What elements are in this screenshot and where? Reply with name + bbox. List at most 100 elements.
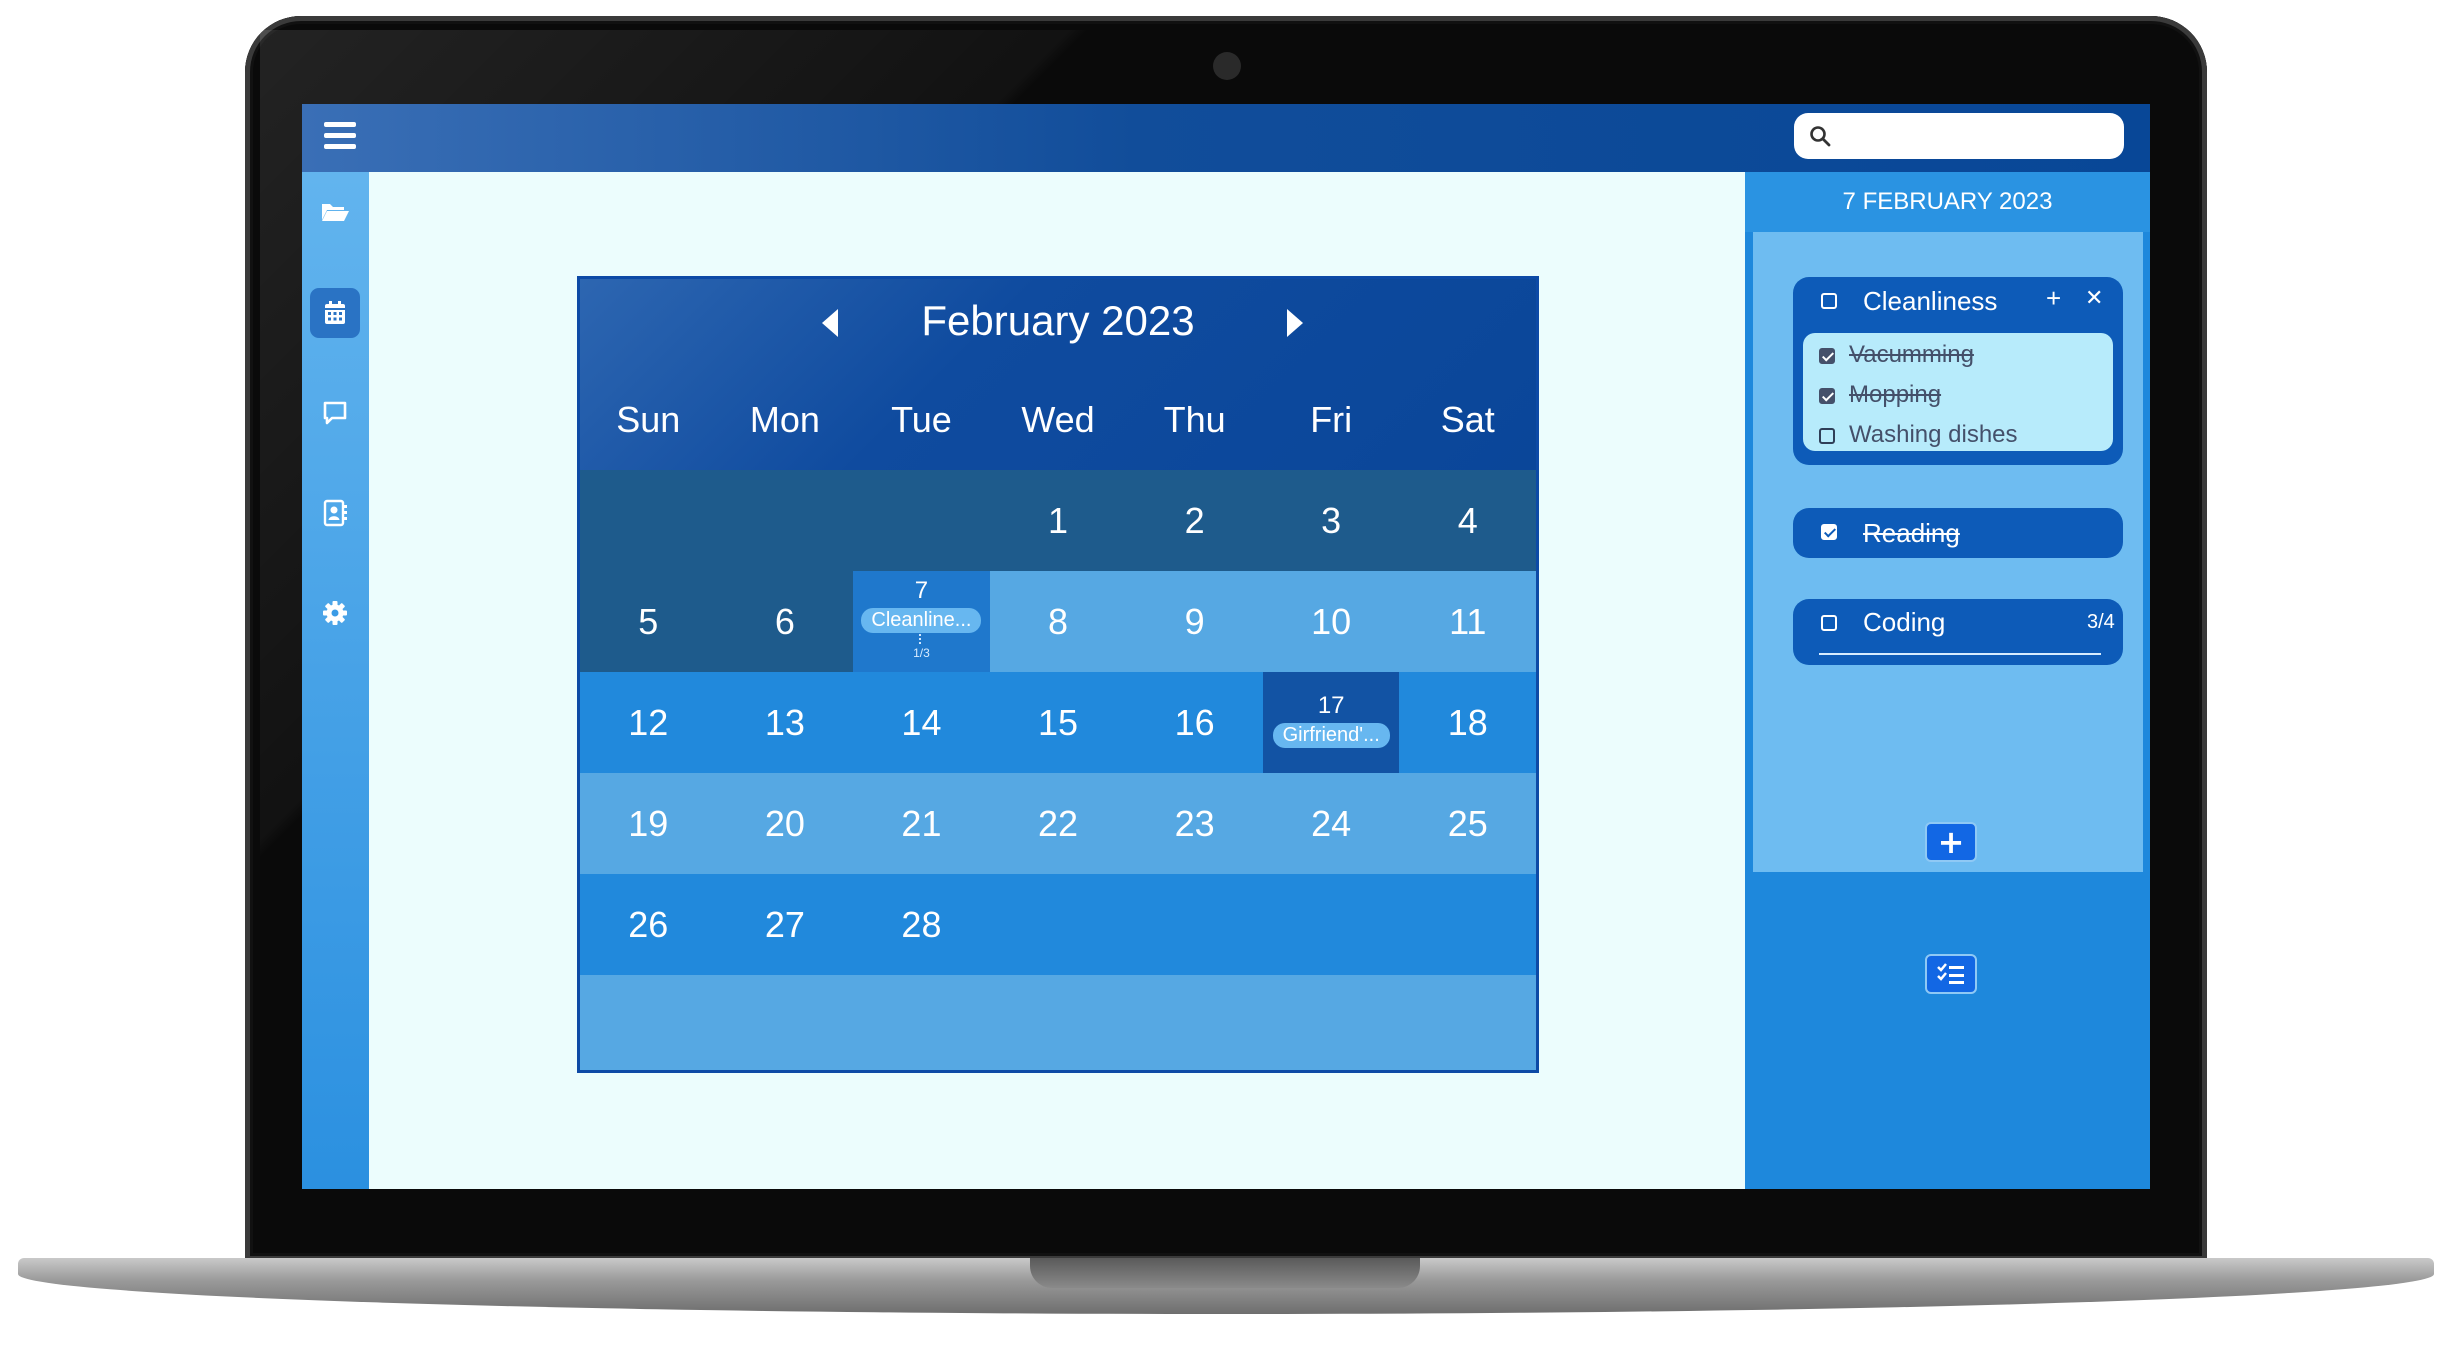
calendar-day[interactable]: 18 — [1399, 672, 1536, 773]
month-calendar: February 2023 Sun Mon Tue Wed Thu Fri Sa… — [577, 276, 1539, 1073]
calendar-week-row: 19 20 21 22 23 24 25 — [580, 773, 1536, 874]
weekday-label: Mon — [749, 399, 820, 440]
calendar-day[interactable]: 16 — [1126, 672, 1263, 773]
message-icon — [323, 401, 347, 425]
gear-icon — [323, 601, 347, 625]
calendar-day[interactable]: 14 — [853, 672, 990, 773]
calendar-day[interactable]: 9 — [1126, 571, 1263, 672]
subtask-item: Vacumming — [1819, 341, 1974, 369]
task-checkbox[interactable] — [1821, 524, 1837, 540]
sidebar-item-files[interactable] — [310, 186, 360, 236]
calendar-day[interactable]: 8 — [990, 571, 1127, 672]
calendar-day[interactable]: 13 — [717, 672, 854, 773]
sidebar-item-contacts[interactable] — [310, 488, 360, 538]
calendar-day-empty — [717, 470, 854, 571]
calendar-icon — [325, 301, 345, 324]
search-input[interactable] — [1838, 119, 2112, 153]
calendar-week-row: 5 6 7 Cleanline... 1/3 8 9 10 11 — [580, 571, 1536, 672]
calendar-day[interactable]: 24 — [1263, 773, 1400, 874]
event-progress-count: 1/3 — [913, 646, 930, 660]
weekday-label: Thu — [1163, 399, 1226, 440]
weekday-label: Fri — [1310, 399, 1353, 440]
calendar-week-row: 26 27 28 — [580, 874, 1536, 975]
task-list: Cleanliness + ✕ Vacumming Mopping Washin… — [1753, 232, 2143, 872]
calendar-day-empty — [580, 470, 717, 571]
next-month-arrow-icon[interactable] — [1287, 309, 1303, 337]
sidebar-item-messages[interactable] — [310, 388, 360, 438]
task-card-reading: Reading — [1793, 508, 2123, 558]
subtask-title: Washing dishes — [1849, 421, 2018, 448]
calendar-day-empty — [990, 874, 1127, 975]
sidebar — [302, 172, 369, 1189]
task-title: Reading — [1863, 518, 1960, 548]
close-icon[interactable]: ✕ — [2085, 285, 2103, 311]
subtask-checkbox[interactable] — [1819, 387, 1835, 404]
hamburger-menu-icon[interactable] — [324, 122, 356, 152]
task-card-cleanliness: Cleanliness + ✕ Vacumming Mopping Washin… — [1793, 277, 2123, 465]
contact-book-icon — [323, 499, 347, 527]
top-bar — [302, 104, 2150, 172]
calendar-day-with-event[interactable]: 17 Girfriend'... — [1262, 672, 1400, 773]
selected-date-label: 7 FEBRUARY 2023 — [1745, 172, 2150, 232]
add-task-button[interactable]: + — [1925, 822, 1977, 862]
weekday-label: Sun — [616, 399, 681, 440]
calendar-day-selected[interactable]: 7 Cleanline... 1/3 — [853, 571, 990, 672]
subtask-list: Vacumming Mopping Washing dishes — [1803, 333, 2113, 451]
day-detail-panel: 7 FEBRUARY 2023 Cleanliness + ✕ Vacummin… — [1745, 172, 2150, 1189]
task-checkbox[interactable] — [1821, 293, 1837, 309]
calendar-day[interactable]: 22 — [990, 773, 1127, 874]
subtask-checkbox[interactable] — [1819, 427, 1835, 444]
search-icon — [1810, 126, 1831, 147]
main-content: February 2023 Sun Mon Tue Wed Thu Fri Sa… — [369, 172, 1745, 1189]
calendar-day[interactable]: 25 — [1399, 773, 1536, 874]
plus-icon: + — [1937, 823, 1965, 861]
calendar-day[interactable]: 5 — [580, 571, 717, 672]
calendar-day[interactable]: 26 — [580, 874, 717, 975]
calendar-day-empty — [1399, 874, 1536, 975]
calendar-day[interactable]: 15 — [990, 672, 1127, 773]
weekday-label: Wed — [1021, 399, 1095, 440]
add-subtask-icon[interactable]: + — [2046, 283, 2061, 314]
subtask-checkbox[interactable] — [1819, 347, 1835, 364]
calendar-day[interactable]: 10 — [1263, 571, 1400, 672]
weekday-label: Tue — [891, 399, 952, 440]
sidebar-item-calendar[interactable] — [310, 288, 360, 338]
calendar-day[interactable]: 27 — [717, 874, 854, 975]
calendar-day-empty — [1263, 874, 1400, 975]
calendar-day[interactable]: 23 — [1126, 773, 1263, 874]
calendar-day[interactable]: 20 — [717, 773, 854, 874]
task-title: Cleanliness — [1863, 286, 1998, 316]
weekday-label: Sat — [1440, 399, 1495, 440]
sidebar-item-settings[interactable] — [310, 588, 360, 638]
task-list-view-button[interactable] — [1925, 954, 1977, 994]
calendar-day[interactable]: 4 — [1399, 470, 1536, 571]
calendar-day[interactable]: 12 — [580, 672, 717, 773]
calendar-day[interactable]: 3 — [1263, 470, 1400, 571]
calendar-day[interactable]: 11 — [1399, 571, 1536, 672]
calendar-day[interactable]: 28 — [853, 874, 990, 975]
subtask-title: Mopping — [1849, 381, 1942, 408]
calendar-day[interactable]: 1 — [990, 470, 1127, 571]
calendar-day[interactable]: 19 — [580, 773, 717, 874]
calendar-day[interactable]: 6 — [716, 571, 854, 672]
task-card-coding: Coding 3/4 — [1793, 599, 2123, 665]
calendar-day[interactable]: 2 — [1126, 470, 1263, 571]
subtask-item: Mopping — [1819, 381, 1941, 409]
day-number: 7 — [914, 577, 929, 604]
day-number: 17 — [1317, 692, 1345, 719]
laptop-notch — [1030, 1258, 1420, 1288]
weekday-header-row: Sun Mon Tue Wed Thu Fri Sat — [580, 399, 1536, 441]
webcam — [1213, 52, 1241, 80]
task-title: Coding — [1863, 607, 1946, 637]
calendar-day[interactable]: 21 — [853, 773, 990, 874]
task-progress: 3/4 — [2087, 611, 2115, 633]
task-progress-line — [1819, 653, 2101, 655]
subtask-item: Washing dishes — [1819, 421, 2018, 449]
task-checkbox[interactable] — [1821, 615, 1837, 631]
calendar-day-empty — [1126, 874, 1263, 975]
calendar-month-title: February 2023 — [921, 297, 1195, 344]
app-screen: February 2023 Sun Mon Tue Wed Thu Fri Sa… — [302, 104, 2150, 1189]
event-pill[interactable]: Girfriend'... — [1272, 723, 1390, 748]
search-box[interactable] — [1794, 113, 2124, 159]
event-pill[interactable]: Cleanline... — [861, 608, 982, 633]
